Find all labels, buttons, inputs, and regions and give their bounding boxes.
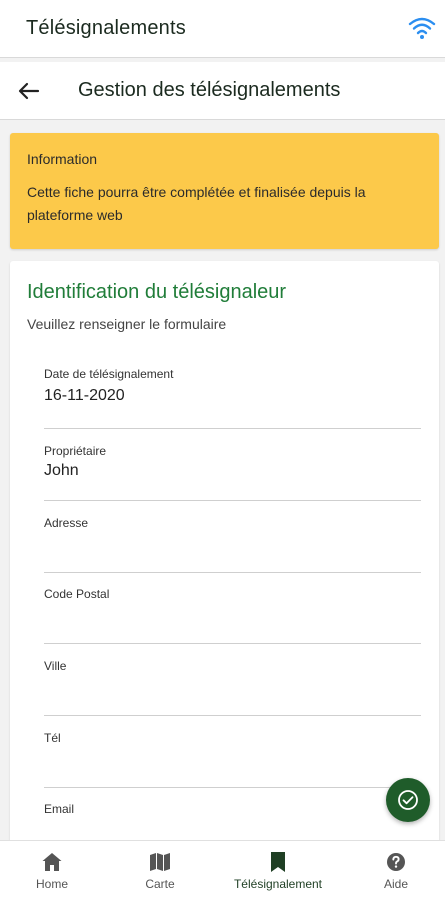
wifi-icon — [408, 17, 436, 39]
app-bar: Télésignalements — [0, 0, 445, 58]
city-field-label: Ville — [44, 659, 67, 673]
form-title: Identification du télésignaleur — [27, 281, 287, 303]
map-icon — [150, 853, 170, 871]
email-field-label: Email — [44, 802, 75, 816]
app-title: Télésignalements — [26, 17, 186, 39]
address-field[interactable]: Adresse — [44, 516, 421, 573]
nav-item-aide[interactable]: Aide — [366, 841, 426, 900]
owner-field-value: John — [44, 462, 79, 479]
bottom-navigation: Home Carte Télésignalement Aide — [0, 840, 445, 900]
bookmark-icon — [271, 852, 285, 872]
phone-field[interactable]: Tél — [44, 731, 421, 788]
information-text: Cette fiche pourra être complétée et fin… — [27, 184, 366, 223]
submit-fab-button[interactable] — [386, 778, 430, 822]
identification-form-card: Identification du télésignaleur Veuillez… — [10, 261, 439, 851]
owner-field[interactable]: Propriétaire John — [44, 444, 421, 501]
nav-item-carte[interactable]: Carte — [130, 841, 190, 900]
nav-label-aide: Aide — [383, 877, 409, 891]
information-banner: Information Cette fiche pourra être comp… — [10, 133, 439, 249]
date-field[interactable]: Date de télésignalement 16-11-2020 — [44, 367, 421, 429]
nav-label-home: Home — [35, 877, 68, 891]
page-title: Gestion des télésignalements — [78, 79, 341, 101]
phone-field-label: Tél — [44, 731, 61, 745]
address-field-label: Adresse — [44, 516, 89, 530]
nav-item-telesignalement[interactable]: Télésignalement — [222, 841, 334, 900]
nav-label-carte: Carte — [145, 877, 175, 891]
city-field[interactable]: Ville — [44, 659, 421, 716]
date-field-value: 16-11-2020 — [44, 387, 125, 404]
home-icon — [42, 853, 62, 871]
page-header: Gestion des télésignalements — [0, 62, 445, 120]
arrow-left-icon[interactable] — [16, 79, 42, 103]
postal-code-field[interactable]: Code Postal — [44, 587, 421, 644]
check-circle-icon — [398, 790, 418, 810]
nav-item-home[interactable]: Home — [22, 841, 82, 900]
owner-field-label: Propriétaire — [44, 444, 107, 458]
date-field-label: Date de télésignalement — [44, 367, 174, 381]
help-icon — [387, 853, 405, 871]
form-subtitle: Veuillez renseigner le formulaire — [27, 316, 227, 332]
postal-code-field-label: Code Postal — [44, 587, 110, 601]
nav-label-telesignalement: Télésignalement — [233, 877, 323, 891]
information-heading: Information — [27, 151, 98, 167]
